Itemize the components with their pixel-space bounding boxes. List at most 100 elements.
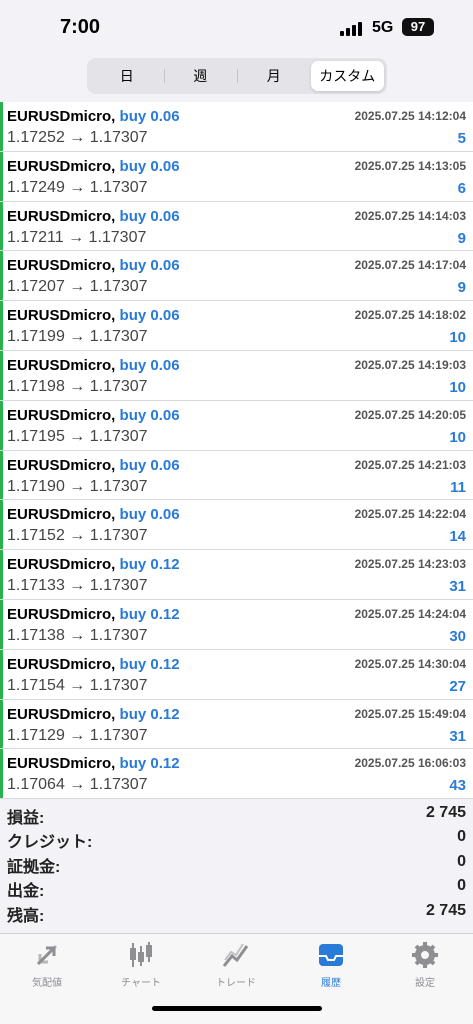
tab-label: 設定	[415, 978, 435, 989]
segment-week[interactable]: 週	[163, 61, 238, 91]
tab-chart[interactable]: チャート	[106, 940, 176, 989]
deal-row[interactable]: EURUSDmicro, buy 0.12 1.17154 → 1.17307 20…	[0, 649, 473, 700]
deal-row[interactable]: EURUSDmicro, buy 0.06 1.17211 → 1.17307 20…	[0, 201, 473, 252]
deal-profit: 10	[449, 378, 466, 396]
summary-row: クレジット: 0	[0, 826, 473, 852]
segment-month[interactable]: 月	[237, 61, 311, 91]
deal-row[interactable]: EURUSDmicro, buy 0.06 1.17198 → 1.17307 20…	[0, 350, 473, 401]
deal-list: EURUSDmicro, buy 0.06 1.17252 → 1.17307 20…	[0, 102, 473, 800]
deal-prices: 1.17190 → 1.17307	[7, 477, 148, 495]
tab-settings[interactable]: 設定	[390, 940, 460, 989]
network-label: 5G	[372, 19, 394, 36]
home-indicator	[152, 1006, 322, 1011]
deal-row[interactable]: EURUSDmicro, buy 0.12 1.17064 → 1.17307 20…	[0, 749, 473, 800]
deal-profit: 14	[449, 528, 466, 546]
deal-symbol: EURUSDmicro, buy 0.06	[7, 158, 180, 175]
summary-value: 0	[457, 852, 466, 870]
deal-profit: 10	[449, 329, 466, 347]
deal-symbol: EURUSDmicro, buy 0.06	[7, 357, 180, 374]
deal-side: buy 0.12	[119, 705, 180, 723]
deal-side: buy 0.06	[119, 356, 180, 374]
tab-quotes[interactable]: 気配値	[12, 940, 82, 989]
deal-row[interactable]: EURUSDmicro, buy 0.06 1.17249 → 1.17307 20…	[0, 151, 473, 202]
summary-label: 出金:	[7, 883, 45, 901]
deal-prices: 1.17195 → 1.17307	[7, 427, 148, 445]
summary-row: 損益: 2 745	[0, 802, 473, 827]
deal-symbol: EURUSDmicro, buy 0.06	[7, 506, 180, 523]
deal-symbol: EURUSDmicro, buy 0.06	[7, 407, 180, 424]
symbol-text: EURUSDmicro,	[7, 506, 116, 524]
deal-prices: 1.17207 → 1.17307	[7, 278, 148, 296]
deal-row[interactable]: EURUSDmicro, buy 0.06 1.17207 → 1.17307 20…	[0, 251, 473, 302]
deal-symbol: EURUSDmicro, buy 0.06	[7, 307, 180, 324]
symbol-text: EURUSDmicro,	[7, 705, 116, 723]
summary-value: 0	[457, 877, 466, 895]
symbol-text: EURUSDmicro,	[7, 755, 116, 773]
deal-time: 2025.07.25 14:21:03	[354, 457, 466, 472]
segment-custom[interactable]: カスタム	[310, 61, 384, 91]
summary-value: 0	[457, 828, 466, 846]
deal-prices: 1.17138 → 1.17307	[7, 626, 148, 644]
trade-icon	[222, 943, 249, 967]
deal-prices: 1.17252 → 1.17307	[7, 129, 148, 146]
deal-row[interactable]: EURUSDmicro, buy 0.06 1.17252 → 1.17307 20…	[0, 102, 473, 152]
deal-profit: 30	[449, 627, 466, 645]
tab-label: トレード	[216, 978, 256, 989]
deal-symbol: EURUSDmicro, buy 0.12	[7, 706, 180, 723]
deal-side: buy 0.12	[119, 556, 180, 574]
battery-icon: 97	[402, 18, 434, 36]
deal-time: 2025.07.25 14:12:04	[354, 109, 466, 123]
deal-prices: 1.17064 → 1.17307	[7, 776, 148, 794]
deal-row[interactable]: EURUSDmicro, buy 0.12 1.17129 → 1.17307 20…	[0, 699, 473, 750]
tab-trade[interactable]: トレード	[201, 940, 271, 989]
deal-prices: 1.17211 → 1.17307	[7, 228, 147, 246]
symbol-text: EURUSDmicro,	[7, 207, 116, 225]
segment-day[interactable]: 日	[90, 61, 164, 91]
deal-row[interactable]: EURUSDmicro, buy 0.12 1.17133 → 1.17307 20…	[0, 550, 473, 600]
deal-row[interactable]: EURUSDmicro, buy 0.06 1.17190 → 1.17307 20…	[0, 450, 473, 501]
deal-side: buy 0.06	[119, 456, 180, 474]
status-time: 7:00	[60, 16, 101, 38]
symbol-text: EURUSDmicro,	[7, 157, 116, 175]
tab-history[interactable]: 履歴	[296, 940, 366, 989]
period-segmented-control: 日 週 月 カスタム	[87, 58, 387, 94]
deal-prices: 1.17198 → 1.17307	[7, 377, 148, 395]
deal-symbol: EURUSDmicro, buy 0.12	[7, 656, 180, 673]
symbol-text: EURUSDmicro,	[7, 307, 116, 325]
summary-label: クレジット:	[7, 834, 93, 852]
deal-profit: 31	[449, 727, 466, 745]
symbol-text: EURUSDmicro,	[7, 406, 116, 424]
tab-label: チャート	[121, 978, 161, 989]
deal-side: buy 0.12	[119, 755, 180, 773]
deal-side: buy 0.06	[119, 506, 180, 524]
deal-side: buy 0.06	[119, 207, 180, 225]
deal-profit: 9	[457, 279, 466, 297]
deal-time: 2025.07.25 14:19:03	[354, 357, 466, 372]
deal-prices: 1.17152 → 1.17307	[7, 527, 148, 545]
deal-time: 2025.07.25 14:18:02	[354, 308, 466, 323]
deal-side: buy 0.12	[119, 655, 180, 673]
deal-row[interactable]: EURUSDmicro, buy 0.12 1.17138 → 1.17307 20…	[0, 599, 473, 650]
deal-row[interactable]: EURUSDmicro, buy 0.06 1.17199 → 1.17307 20…	[0, 301, 473, 351]
quotes-icon	[36, 944, 58, 966]
symbol-text: EURUSDmicro,	[7, 257, 116, 275]
deal-symbol: EURUSDmicro, buy 0.12	[7, 755, 180, 772]
summary-label: 損益:	[7, 810, 45, 827]
deal-prices: 1.17199 → 1.17307	[7, 328, 148, 346]
deal-symbol: EURUSDmicro, buy 0.06	[7, 457, 180, 474]
deal-time: 2025.07.25 14:20:05	[354, 407, 466, 422]
tab-label: 気配値	[32, 978, 62, 989]
deal-profit: 43	[449, 777, 466, 795]
symbol-text: EURUSDmicro,	[7, 655, 116, 673]
deal-time: 2025.07.25 14:24:04	[354, 606, 466, 621]
deal-row[interactable]: EURUSDmicro, buy 0.06 1.17152 → 1.17307 20…	[0, 500, 473, 551]
deal-symbol: EURUSDmicro, buy 0.06	[7, 208, 180, 225]
summary-value: 2 745	[425, 804, 466, 821]
deal-row[interactable]: EURUSDmicro, buy 0.06 1.17195 → 1.17307 20…	[0, 400, 473, 451]
deal-profit: 27	[449, 677, 466, 695]
symbol-text: EURUSDmicro,	[7, 556, 116, 574]
deal-time: 2025.07.25 14:30:04	[354, 656, 466, 671]
summary-row: 証拠金: 0	[0, 851, 473, 876]
symbol-text: EURUSDmicro,	[7, 456, 116, 474]
deal-prices: 1.17133 → 1.17307	[7, 577, 148, 595]
